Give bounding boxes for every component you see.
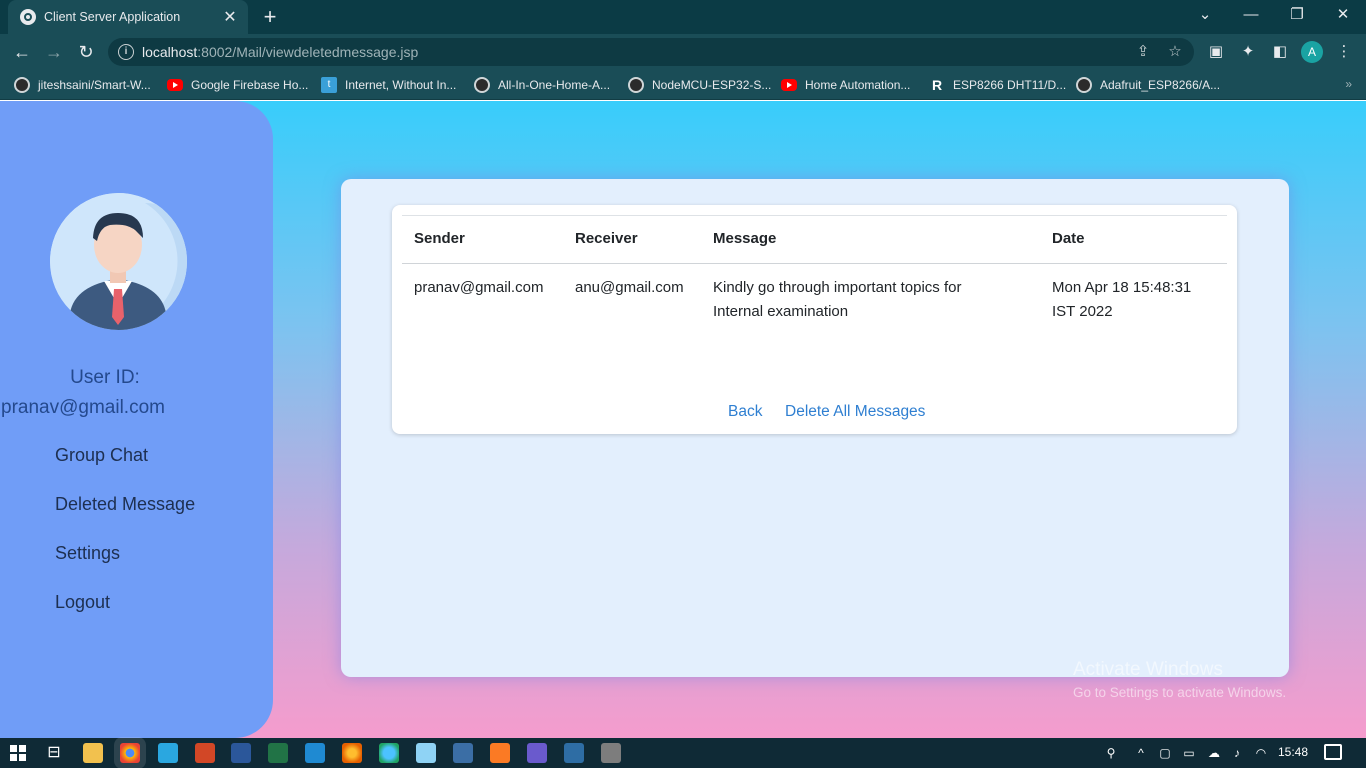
column-header-date: Date xyxy=(1052,230,1085,247)
bookmark-item[interactable]: Google Firebase Ho... xyxy=(167,76,308,94)
new-tab-button[interactable]: + xyxy=(258,4,282,30)
divider xyxy=(402,215,1227,216)
browser-tab-strip: Client Server Application ✕ + ⌄ — ❐ ✕ xyxy=(0,0,1366,34)
store-icon[interactable] xyxy=(158,743,178,763)
taskbar-clock[interactable]: 15:48 xyxy=(1278,745,1308,759)
bookmark-item[interactable]: NodeMCU-ESP32-S... xyxy=(628,76,771,94)
notepad-icon[interactable] xyxy=(416,743,436,763)
tab-search-icon[interactable]: ⌄ xyxy=(1182,0,1228,30)
tab-title: Client Server Application xyxy=(44,10,181,24)
chrome-icon[interactable] xyxy=(120,743,140,763)
menu-dots-icon[interactable]: ⋮ xyxy=(1334,42,1354,62)
wifi-icon[interactable]: ◠ xyxy=(1252,745,1270,761)
meet-now-icon[interactable]: ▢ xyxy=(1156,745,1174,761)
globe-icon: t xyxy=(321,77,337,93)
youtube-icon xyxy=(167,79,183,91)
bookmarks-bar: jiteshsaini/Smart-W... Google Firebase H… xyxy=(0,70,1366,100)
edge-icon[interactable] xyxy=(379,743,399,763)
firefox-icon[interactable] xyxy=(342,743,362,763)
vscode-icon[interactable] xyxy=(305,743,325,763)
page-content: User ID: pranav@gmail.com Group Chat Del… xyxy=(0,101,1366,738)
delete-all-messages-link[interactable]: Delete All Messages xyxy=(785,400,925,424)
mysql-icon[interactable] xyxy=(564,743,584,763)
share-icon[interactable]: ⇪ xyxy=(1134,43,1152,61)
media-icon[interactable]: ▣ xyxy=(1206,42,1226,62)
globe-icon xyxy=(20,9,36,25)
bookmark-item[interactable]: Adafruit_ESP8266/A... xyxy=(1076,76,1220,94)
github-icon xyxy=(14,77,30,93)
reload-icon[interactable]: ↻ xyxy=(74,40,98,64)
activate-windows-subtitle: Go to Settings to activate Windows. xyxy=(1073,685,1287,700)
sidebar: User ID: pranav@gmail.com Group Chat Del… xyxy=(0,101,273,738)
column-header-sender: Sender xyxy=(414,230,465,247)
excel-icon[interactable] xyxy=(268,743,288,763)
onedrive-cloud-icon[interactable]: ☁ xyxy=(1204,745,1224,761)
menu-group-chat[interactable]: Group Chat xyxy=(55,443,148,467)
deleted-messages-table: Sender Receiver Message Date pranav@gmai… xyxy=(392,205,1237,434)
word-icon[interactable] xyxy=(231,743,251,763)
minimize-button[interactable]: — xyxy=(1228,0,1274,30)
menu-logout[interactable]: Logout xyxy=(55,590,110,614)
column-header-receiver: Receiver xyxy=(575,230,638,247)
youtube-icon xyxy=(781,79,797,91)
file-explorer-icon[interactable] xyxy=(83,743,103,763)
header-divider xyxy=(402,263,1227,264)
browser-toolbar: ← → ↻ i localhost:8002/Mail/viewdeletedm… xyxy=(0,34,1366,70)
eclipse-icon[interactable] xyxy=(527,743,547,763)
cell-date: Mon Apr 18 15:48:31 IST 2022 xyxy=(1052,279,1192,320)
github-icon xyxy=(474,77,490,93)
r-icon: R xyxy=(931,77,943,93)
notification-icon[interactable] xyxy=(1324,744,1342,760)
cell-receiver: anu@gmail.com xyxy=(575,279,684,296)
bookmark-item[interactable]: R ESP8266 DHT11/D... xyxy=(929,76,1066,94)
task-view-icon[interactable]: ⊟ xyxy=(44,743,64,763)
browser-tab[interactable]: Client Server Application ✕ xyxy=(8,0,248,34)
bookmark-star-icon[interactable]: ☆ xyxy=(1166,43,1184,61)
close-tab-icon[interactable]: ✕ xyxy=(222,7,238,27)
content-card: Sender Receiver Message Date pranav@gmai… xyxy=(341,179,1289,677)
profile-avatar[interactable]: A xyxy=(1301,41,1323,63)
github-icon xyxy=(628,77,644,93)
menu-deleted-message[interactable]: Deleted Message xyxy=(55,492,195,516)
bookmark-item[interactable]: Home Automation... xyxy=(781,76,910,94)
cell-sender: pranav@gmail.com xyxy=(414,279,544,296)
forward-arrow-icon[interactable]: → xyxy=(42,40,66,64)
windows-start-icon[interactable] xyxy=(10,745,26,761)
volume-icon[interactable]: ♪ xyxy=(1228,745,1246,761)
column-header-message: Message xyxy=(713,230,777,247)
taskbar: ⊟ ⚲ ^ ▢ ▭ ☁ ♪ ◠ 15:48 xyxy=(0,738,1366,768)
url-text: localhost:8002/Mail/viewdeletedmessage.j… xyxy=(142,44,419,60)
site-info-icon[interactable]: i xyxy=(118,44,134,60)
bookmark-item[interactable]: All-In-One-Home-A... xyxy=(474,76,610,94)
back-link[interactable]: Back xyxy=(728,400,762,424)
xampp-icon[interactable] xyxy=(490,743,510,763)
user-id-label: User ID: xyxy=(70,367,140,388)
github-icon xyxy=(1076,77,1092,93)
side-panel-icon[interactable]: ◧ xyxy=(1270,42,1290,62)
powerpoint-icon[interactable] xyxy=(195,743,215,763)
extensions-puzzle-icon[interactable]: ✦ xyxy=(1238,42,1258,62)
workbench-icon[interactable] xyxy=(453,743,473,763)
back-arrow-icon[interactable]: ← xyxy=(10,40,34,64)
bookmark-item[interactable]: t Internet, Without In... xyxy=(321,76,456,94)
user-email: pranav@gmail.com xyxy=(1,397,165,418)
people-icon[interactable]: ⚲ xyxy=(1102,745,1120,761)
bookmark-item[interactable]: jiteshsaini/Smart-W... xyxy=(14,76,151,94)
avatar xyxy=(50,193,187,330)
more-bookmarks-icon[interactable]: » xyxy=(1345,77,1352,91)
chevron-up-icon[interactable]: ^ xyxy=(1132,745,1150,761)
address-bar[interactable]: i localhost:8002/Mail/viewdeletedmessage… xyxy=(108,38,1194,66)
menu-settings[interactable]: Settings xyxy=(55,541,120,565)
activate-windows-title: Activate Windows xyxy=(1073,659,1223,680)
cell-message: Kindly go through important topics for I… xyxy=(713,279,962,320)
restore-button[interactable]: ❐ xyxy=(1274,0,1320,30)
settings-gear-icon[interactable] xyxy=(601,743,621,763)
window-close-button[interactable]: ✕ xyxy=(1320,0,1366,30)
battery-icon[interactable]: ▭ xyxy=(1180,745,1198,761)
